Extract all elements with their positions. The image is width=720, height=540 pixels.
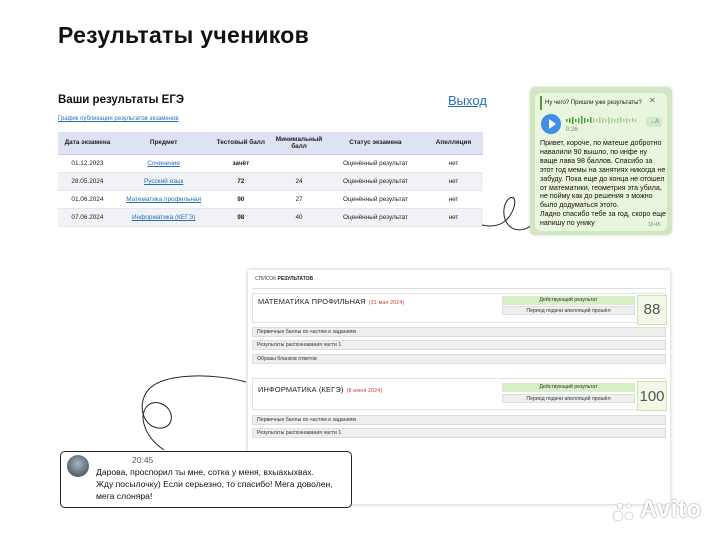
message-time: 16:45	[648, 222, 661, 228]
schedule-link[interactable]: График публикации результатов экзаменов	[58, 116, 179, 122]
reply-quote: Ну чего? Пришли уже результаты?	[540, 96, 662, 110]
exam-status: Оценённый результат	[326, 190, 424, 209]
divider	[252, 288, 666, 289]
test-score: 98	[210, 208, 272, 227]
results-list-header: список результатов	[255, 276, 314, 282]
test-score: зачёт	[210, 154, 272, 173]
subject-title: Математика профильная (31 мая 2024)	[258, 297, 405, 306]
voice-duration: 0:26	[566, 127, 578, 133]
score-box: 88	[637, 295, 667, 325]
table-row: 07.06.2024 Информатика (КЕГЭ) 98 40 Оцен…	[58, 208, 483, 227]
accordion-item[interactable]: Результаты распознавания части 1	[252, 340, 666, 350]
subject-date: (31 мая 2024)	[368, 300, 405, 306]
test-score: 90	[210, 190, 272, 209]
column-header-status: Статус экзамена	[326, 132, 424, 155]
exam-date: 01.06.2024	[58, 190, 117, 209]
transcribe-button[interactable]: →A	[646, 117, 662, 127]
play-icon[interactable]	[541, 114, 561, 134]
column-header-appeal: Апелляция	[423, 132, 483, 155]
subject-date: (8 июня 2024)	[346, 388, 383, 394]
column-header-min: Минимальный балл	[271, 132, 327, 155]
appeal-status: нет	[423, 190, 483, 209]
message-time: 20:45	[132, 455, 154, 465]
telegram-message-text: Привет, короче, по матеше добротно навал…	[540, 139, 666, 228]
table-header-row: Дата экзамена Предмет Тестовый балл Мини…	[58, 132, 483, 155]
appeal-status: нет	[423, 172, 483, 191]
voice-waveform-icon	[566, 116, 637, 124]
appeal-badge: Период подачи апелляций прошёл	[502, 394, 635, 403]
table-row: 28.05.2024 Русский язык 72 24 Оценённый …	[58, 172, 483, 191]
subject-link[interactable]: Математика профильная	[126, 196, 201, 203]
min-score: 27	[271, 190, 327, 209]
accordion-item[interactable]: Первичные баллы по частям и заданиям	[252, 327, 666, 337]
accordion-item[interactable]: Результаты распознавания части 1	[252, 428, 666, 438]
min-score: 24	[271, 172, 327, 191]
chat-message-text: Дарова, проспорил ты мне, сотка у меня, …	[96, 467, 333, 501]
exam-date: 28.05.2024	[58, 172, 117, 191]
appeal-status: нет	[423, 208, 483, 227]
ege-results-heading: Ваши результаты ЕГЭ	[58, 94, 185, 106]
decorative-squiggle	[141, 375, 247, 451]
exam-status: Оценённый результат	[326, 208, 424, 227]
subject-link[interactable]: Сочинение	[147, 160, 180, 167]
watermark: Avito	[640, 496, 702, 523]
column-header-date: Дата экзамена	[58, 132, 117, 155]
status-badge: Действующий результат	[502, 383, 635, 392]
score-box: 100	[637, 381, 667, 411]
logout-link[interactable]: Выход	[448, 93, 487, 108]
exam-date: 01.12.2023	[58, 154, 117, 173]
page-title: Результаты учеников	[58, 22, 310, 48]
table-row: 01.12.2023 Сочинение зачёт Оценённый рез…	[58, 154, 483, 173]
avito-logo-icon	[612, 502, 634, 522]
exam-date: 07.06.2024	[58, 208, 117, 227]
appeal-badge: Период подачи апелляций прошёл	[502, 306, 635, 315]
accordion-item[interactable]: Первичные баллы по частям и заданиям	[252, 415, 666, 425]
column-header-subject: Предмет	[116, 132, 211, 155]
table-row: 01.06.2024 Математика профильная 90 27 О…	[58, 190, 483, 209]
subject-link[interactable]: Информатика (КЕГЭ)	[132, 214, 195, 221]
status-badge: Действующий результат	[502, 296, 635, 305]
column-header-score: Тестовый балл	[210, 132, 272, 155]
min-score: 40	[271, 208, 327, 227]
avatar	[67, 455, 89, 477]
appeal-status: нет	[423, 154, 483, 173]
accordion-item[interactable]: Образы бланков ответов	[252, 354, 666, 364]
exam-status: Оценённый результат	[326, 154, 424, 173]
subject-title: Информатика (КЕГЭ) (8 июня 2024)	[258, 385, 383, 394]
close-icon[interactable]: ✕	[649, 96, 656, 105]
min-score	[271, 154, 327, 173]
ege-results-table: Дата экзамена Предмет Тестовый балл Мини…	[58, 132, 483, 227]
test-score: 72	[210, 172, 272, 191]
subject-link[interactable]: Русский язык	[144, 178, 183, 185]
exam-status: Оценённый результат	[326, 172, 424, 191]
